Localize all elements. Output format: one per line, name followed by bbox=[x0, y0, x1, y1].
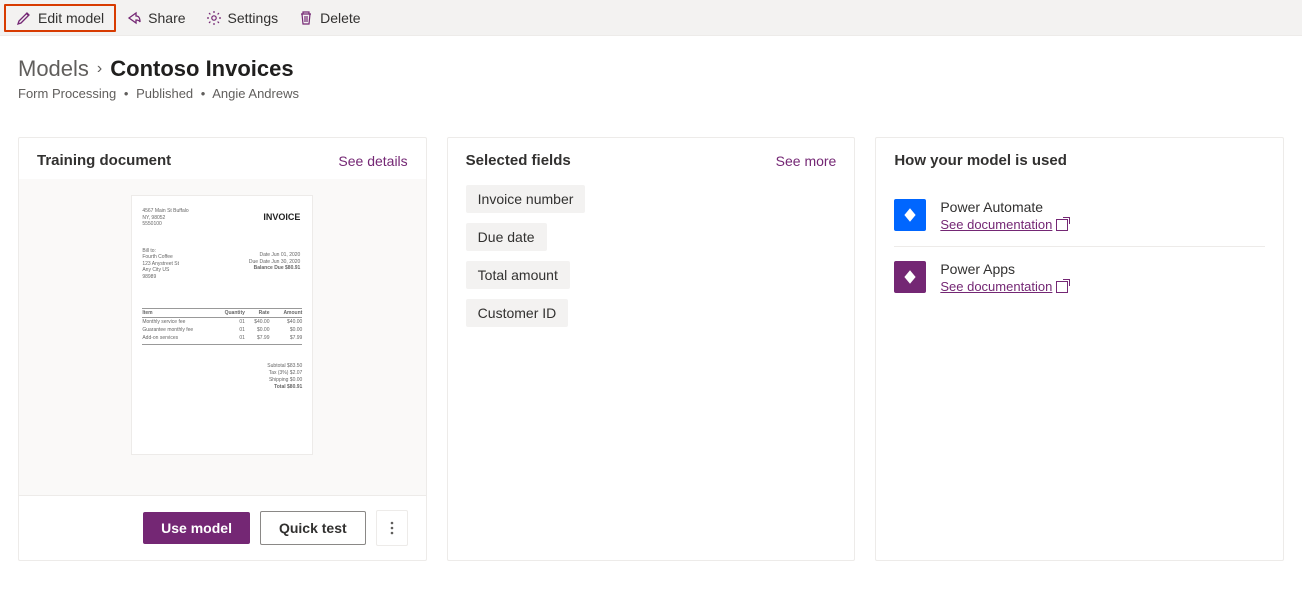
external-link-icon bbox=[1056, 219, 1068, 231]
breadcrumb: Models › Contoso Invoices bbox=[18, 56, 1284, 82]
document-preview[interactable]: INVOICE 4567 Main St Buffalo NY, 98052 5… bbox=[131, 195, 313, 455]
use-model-button[interactable]: Use model bbox=[143, 512, 250, 544]
more-vertical-icon bbox=[390, 520, 394, 536]
edit-model-button[interactable]: Edit model bbox=[4, 4, 116, 32]
settings-label: Settings bbox=[228, 10, 279, 26]
doc-totals: Subtotal $83.50 Tax (3%) $2.07 Shipping … bbox=[142, 363, 302, 391]
field-chip[interactable]: Total amount bbox=[466, 261, 570, 289]
chevron-right-icon: › bbox=[97, 60, 102, 78]
quick-test-button[interactable]: Quick test bbox=[260, 511, 366, 545]
share-icon bbox=[126, 10, 142, 26]
page-title: Contoso Invoices bbox=[110, 56, 293, 82]
meta-type: Form Processing bbox=[18, 86, 116, 101]
page-content: Models › Contoso Invoices Form Processin… bbox=[0, 36, 1302, 581]
delete-button[interactable]: Delete bbox=[288, 6, 370, 30]
settings-button[interactable]: Settings bbox=[196, 6, 289, 30]
edit-model-label: Edit model bbox=[38, 10, 104, 26]
delete-label: Delete bbox=[320, 10, 360, 26]
doc-dates: Date Jun 01, 2020 Due Date Jun 30, 2020 … bbox=[249, 252, 300, 272]
see-more-link[interactable]: See more bbox=[776, 153, 837, 169]
fields-list: Invoice number Due date Total amount Custom… bbox=[448, 179, 855, 560]
app-icon bbox=[894, 261, 926, 293]
external-link-icon bbox=[1056, 281, 1068, 293]
usage-item: Power Automate See documentation bbox=[894, 185, 1265, 247]
meta-line: Form Processing • Published • Angie Andr… bbox=[18, 86, 1284, 101]
fields-card: Selected fields See more Invoice number D… bbox=[447, 137, 856, 561]
command-bar: Edit model Share Settings Delete bbox=[0, 0, 1302, 36]
cards-row: Training document See details INVOICE 45… bbox=[18, 137, 1284, 561]
usage-list: Power Automate See documentation Power Ap… bbox=[876, 179, 1283, 560]
field-chip[interactable]: Invoice number bbox=[466, 185, 586, 213]
training-card: Training document See details INVOICE 45… bbox=[18, 137, 427, 561]
field-chip[interactable]: Due date bbox=[466, 223, 547, 251]
meta-status: Published bbox=[136, 86, 193, 101]
doc-invoice-label: INVOICE bbox=[263, 212, 300, 222]
app-icon bbox=[894, 199, 926, 231]
usage-app-name: Power Automate bbox=[940, 199, 1068, 215]
gear-icon bbox=[206, 10, 222, 26]
usage-card-title: How your model is used bbox=[894, 152, 1067, 169]
see-documentation-link[interactable]: See documentation bbox=[940, 217, 1068, 232]
field-chip[interactable]: Customer ID bbox=[466, 299, 569, 327]
breadcrumb-root[interactable]: Models bbox=[18, 56, 89, 82]
share-label: Share bbox=[148, 10, 185, 26]
see-documentation-link[interactable]: See documentation bbox=[940, 279, 1068, 294]
meta-owner: Angie Andrews bbox=[212, 86, 299, 101]
fields-card-title: Selected fields bbox=[466, 152, 571, 169]
doc-table: Item Quantity Rate Amount Monthly servic… bbox=[142, 308, 302, 345]
more-actions-button[interactable] bbox=[376, 510, 408, 546]
usage-app-name: Power Apps bbox=[940, 261, 1068, 277]
share-button[interactable]: Share bbox=[116, 6, 195, 30]
see-details-link[interactable]: See details bbox=[338, 153, 407, 169]
trash-icon bbox=[298, 10, 314, 26]
training-card-title: Training document bbox=[37, 152, 171, 169]
usage-card: How your model is used Power Automate See… bbox=[875, 137, 1284, 561]
edit-icon bbox=[16, 10, 32, 26]
usage-item: Power Apps See documentation bbox=[894, 247, 1265, 308]
